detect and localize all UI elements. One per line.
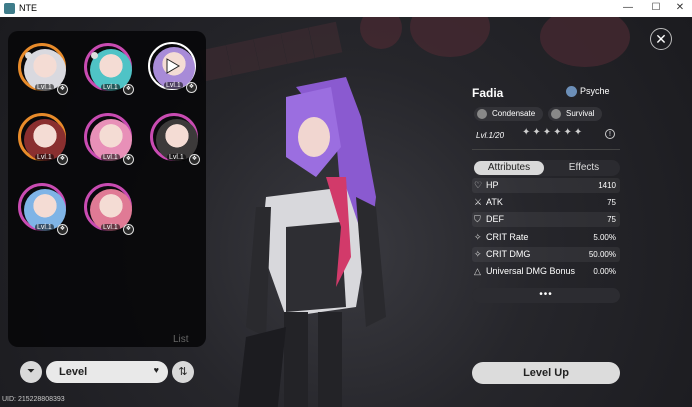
sort-level-dropdown[interactable]: Level ♥: [46, 361, 168, 383]
stat-row-crit-rate: ✧ CRIT Rate 5.00%: [474, 232, 616, 242]
stat-row-universal-dmg-bonus: △ Universal DMG Bonus 0.00%: [474, 266, 616, 276]
more-button[interactable]: •••: [472, 288, 620, 303]
triangle-icon: △: [474, 266, 481, 276]
sort-icon[interactable]: ⇅: [172, 361, 194, 383]
character-slot[interactable]: Lvl.1 ❖: [150, 113, 200, 165]
stat-row-def: ⛉ DEF 75: [472, 212, 620, 227]
chevron-down-icon: ♥: [153, 365, 159, 375]
background-decoration: [540, 17, 630, 67]
lock-icon: [91, 52, 98, 59]
close-button[interactable]: ✕: [650, 28, 672, 50]
funnel-icon[interactable]: ⏷: [20, 361, 42, 383]
stat-row-atk: ⚔ ATK 75: [474, 197, 616, 207]
element-icon: ❖: [57, 154, 68, 165]
detail-tabs: Attributes Effects: [472, 160, 620, 176]
window-close-button[interactable]: ✕: [672, 1, 688, 15]
crit-icon: ✧: [474, 232, 482, 242]
element-icon: ❖: [57, 224, 68, 235]
character-name: Fadia: [472, 86, 504, 100]
character-slot[interactable]: Lvl.1 ❖: [84, 113, 134, 165]
psyche-icon: [566, 86, 577, 98]
element-icon: ❖: [123, 224, 134, 235]
sword-icon: ⚔: [474, 197, 483, 207]
level-up-button[interactable]: Level Up: [472, 362, 620, 384]
condensate-icon: [477, 109, 487, 119]
element-icon: ❖: [123, 84, 134, 95]
tab-effects[interactable]: Effects: [550, 161, 618, 175]
background-decoration: [360, 17, 402, 49]
character-slot[interactable]: Lvl.1 ❖: [18, 113, 68, 165]
attribute-badge: Psyche: [566, 86, 610, 98]
element-icon: ❖: [123, 154, 134, 165]
character-model: [237, 77, 386, 407]
survival-icon: [551, 109, 561, 119]
element-icon: ❖: [189, 154, 200, 165]
play-cursor-icon: [166, 58, 180, 74]
shield-icon: ⛉: [474, 214, 481, 224]
level-text: Lvl.1/20: [476, 131, 505, 140]
crit-icon: ✧: [474, 249, 482, 259]
user-id: UID: 215228808393: [2, 396, 65, 403]
character-slot[interactable]: Lvl.1 ❖: [84, 43, 134, 95]
lock-icon: [25, 52, 32, 59]
maximize-button[interactable]: ☐: [648, 1, 664, 15]
window-titlebar: NTE — ☐ ✕: [0, 0, 692, 17]
background-decoration: [410, 17, 490, 57]
character-slot-selected[interactable]: Lvl.1 ❖: [148, 42, 197, 93]
character-roster: Lvl.1 ❖ Lvl.1 ❖ Lvl.1 ❖ Lvl.1 ❖ Lvl.1 ❖ Lvl.1…: [8, 31, 206, 347]
star-rating: ✦✦✦✦✦✦: [522, 127, 585, 138]
background-lettering: ▆▆▆▆▆: [197, 17, 344, 81]
divider: [472, 149, 620, 150]
window-title: NTE: [19, 3, 37, 13]
stat-row-crit-dmg: ✧ CRIT DMG 50.00%: [472, 247, 620, 262]
list-label[interactable]: List: [173, 334, 189, 345]
info-icon[interactable]: !: [605, 129, 615, 139]
minimize-button[interactable]: —: [620, 1, 636, 15]
character-slot[interactable]: Lvl.1 ❖: [18, 183, 68, 235]
tab-attributes[interactable]: Attributes: [474, 161, 544, 175]
element-icon: ❖: [186, 82, 197, 93]
app-icon: [4, 3, 15, 14]
heart-icon: ♡: [474, 180, 483, 190]
stat-row-hp: ♡ HP 1410: [472, 178, 620, 193]
character-slot[interactable]: Lvl.1 ❖: [18, 43, 68, 95]
tag-condensate: Condensate: [474, 107, 544, 121]
element-icon: ❖: [57, 84, 68, 95]
character-slot[interactable]: Lvl.1 ❖: [84, 183, 134, 235]
sort-level-label: Level: [59, 366, 88, 378]
tag-survival: Survival: [548, 107, 603, 121]
